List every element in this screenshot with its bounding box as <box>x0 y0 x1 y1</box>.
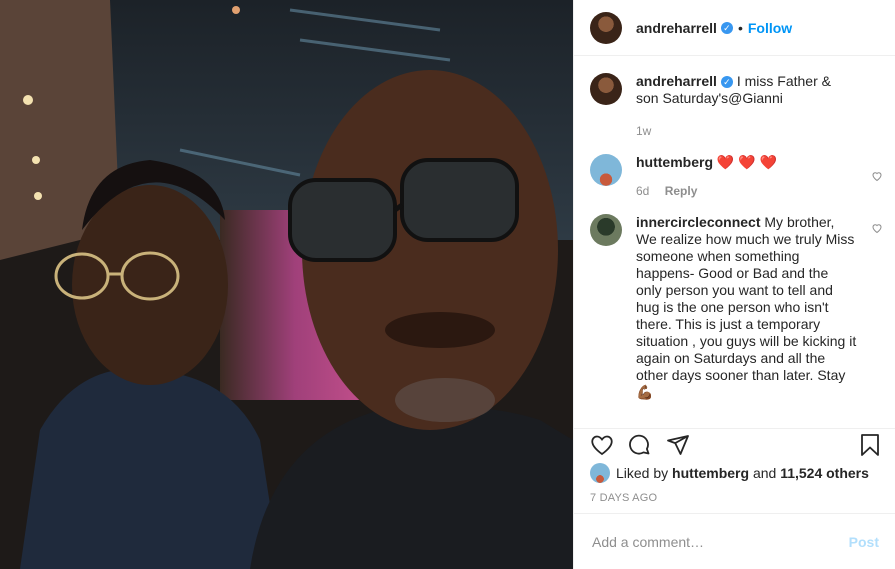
comment-username[interactable]: innercircleconnect <box>636 214 761 230</box>
caption-time[interactable]: 1w <box>636 124 651 138</box>
caption: andreharrell ✓ I miss Father & son Saturd… <box>574 57 895 140</box>
avatar[interactable] <box>590 214 622 246</box>
likes-user[interactable]: huttemberg <box>672 465 749 481</box>
avatar[interactable] <box>590 154 622 186</box>
reply-button[interactable]: Reply <box>665 184 698 198</box>
verified-badge-icon: ✓ <box>720 76 733 89</box>
likes-and: and <box>752 465 777 481</box>
caption-body: andreharrell ✓ I miss Father & son Saturd… <box>636 73 879 140</box>
post-sidebar: andreharrell ✓ • Follow andreharrell ✓ I … <box>573 0 895 569</box>
likes-prefix: Liked by <box>616 465 669 481</box>
comment-username[interactable]: huttemberg <box>636 154 713 170</box>
action-bar <box>574 428 895 461</box>
share-icon[interactable] <box>666 433 690 457</box>
post-timestamp[interactable]: 7 DAYS AGO <box>590 492 657 504</box>
post-button[interactable]: Post <box>849 534 879 550</box>
comment-body: innercircleconnect My brother, We realiz… <box>636 214 879 401</box>
header-username[interactable]: andreharrell <box>636 20 717 36</box>
comment-time[interactable]: 6d <box>636 184 649 198</box>
likes-summary: Liked by huttemberg and 11,524 others <box>590 463 869 483</box>
post-header: andreharrell ✓ • Follow <box>574 0 895 56</box>
avatar[interactable] <box>590 463 610 483</box>
likes-count[interactable]: 11,524 others <box>780 465 869 481</box>
avatar[interactable] <box>590 73 622 105</box>
like-comment-heart-icon[interactable] <box>871 222 883 234</box>
separator-dot: • <box>737 19 743 36</box>
comment-text: ❤️ ❤️ ❤️ <box>716 154 777 170</box>
add-comment-input[interactable] <box>590 532 849 551</box>
post-photo[interactable] <box>0 0 573 569</box>
avatar[interactable] <box>590 11 622 44</box>
comment-icon[interactable] <box>628 433 652 457</box>
like-comment-heart-icon[interactable] <box>871 170 883 182</box>
list-item: innercircleconnect My brother, We realiz… <box>574 200 895 401</box>
instagram-post: andreharrell ✓ • Follow andreharrell ✓ I … <box>0 0 895 569</box>
comments-list[interactable]: andreharrell ✓ I miss Father & son Saturd… <box>574 57 895 428</box>
photo-illustration <box>0 0 573 569</box>
bookmark-icon[interactable] <box>858 433 882 457</box>
verified-badge-icon: ✓ <box>720 21 733 34</box>
caption-username[interactable]: andreharrell <box>636 73 717 89</box>
comment-text: My brother, We realize how much we truly… <box>636 214 857 400</box>
comment-body: huttemberg ❤️ ❤️ ❤️ 6d Reply <box>636 154 879 200</box>
heart-outline-icon[interactable] <box>590 433 614 457</box>
add-comment-bar: Post <box>574 513 895 569</box>
list-item: huttemberg ❤️ ❤️ ❤️ 6d Reply <box>574 140 895 200</box>
follow-button[interactable]: Follow <box>748 20 792 36</box>
